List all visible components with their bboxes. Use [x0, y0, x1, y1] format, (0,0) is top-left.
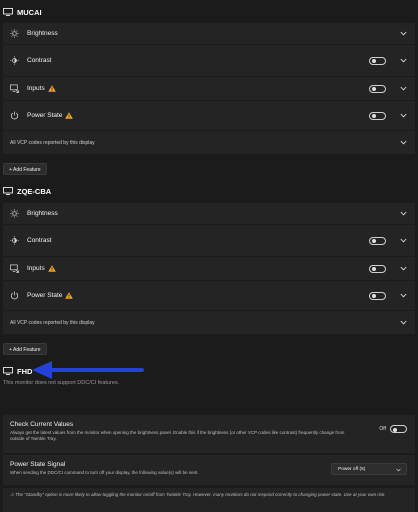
monitor-icon: [3, 367, 13, 375]
feature-label: Brightness: [27, 210, 58, 217]
no-ddc-message: This monitor does not support DDC/CI fea…: [3, 380, 120, 386]
feature-row-contrast[interactable]: Contrast: [3, 45, 415, 77]
sun-icon: [10, 209, 19, 218]
feature-row-brightness[interactable]: Brightness: [3, 203, 415, 225]
warning-icon: [65, 112, 74, 119]
feature-row-brightness[interactable]: Brightness: [3, 23, 415, 45]
monitor-section-mucai: MUCAI Brightness Contrast Inputs Power S…: [0, 5, 418, 175]
input-icon: [10, 264, 19, 273]
contrast-icon: [10, 236, 19, 245]
chevron-down-icon[interactable]: [400, 58, 407, 63]
feature-label: Contrast: [27, 237, 52, 244]
feature-row-inputs[interactable]: Inputs: [3, 77, 415, 101]
feature-row-contrast[interactable]: Contrast: [3, 225, 415, 257]
chevron-down-icon[interactable]: [400, 266, 407, 271]
chevron-down-icon[interactable]: [400, 113, 407, 118]
warning-icon: [47, 85, 56, 92]
check-current-values-setting: Check Current Values Always get the late…: [3, 415, 415, 453]
power-state-signal-setting: Power State Signal When sending the DDC/…: [3, 455, 415, 485]
chevron-down-icon[interactable]: [400, 320, 407, 325]
feature-row-power-state[interactable]: Power State: [3, 101, 415, 131]
chevron-down-icon[interactable]: [400, 238, 407, 243]
monitor-name: MUCAI: [17, 7, 42, 17]
feature-toggle[interactable]: [369, 264, 386, 273]
vcp-codes-row[interactable]: All VCP codes reported by this display: [3, 311, 415, 335]
chevron-down-icon[interactable]: [400, 86, 407, 91]
setting-title: Check Current Values: [10, 421, 74, 428]
vcp-codes-label: All VCP codes reported by this display: [10, 139, 95, 146]
chevron-down-icon: [396, 468, 401, 471]
feature-label: Inputs: [27, 265, 45, 272]
chevron-down-icon[interactable]: [400, 211, 407, 216]
monitor-name: ZQE-CBA: [17, 186, 52, 196]
chevron-down-icon[interactable]: [400, 140, 407, 145]
standby-warning-note: ⚠ The "Standby" option is more likely to…: [3, 487, 415, 512]
power-signal-select[interactable]: Power off (5): [331, 463, 407, 475]
monitor-header: ZQE-CBA: [0, 184, 418, 198]
setting-description: When sending the DDC/CI command to turn …: [10, 470, 199, 475]
feature-label: Power State: [27, 112, 63, 119]
feature-row-power-state[interactable]: Power State: [3, 281, 415, 311]
sun-icon: [10, 29, 19, 38]
toggle-state-label: Off: [379, 426, 386, 432]
feature-label: Contrast: [27, 57, 52, 64]
vcp-codes-label: All VCP codes reported by this display: [10, 319, 95, 326]
add-feature-button[interactable]: + Add Feature: [3, 343, 47, 355]
select-value: Power off (5): [338, 466, 366, 472]
feature-row-inputs[interactable]: Inputs: [3, 257, 415, 281]
feature-toggle[interactable]: [369, 56, 386, 65]
monitor-icon: [3, 8, 13, 16]
chevron-down-icon[interactable]: [400, 293, 407, 298]
feature-toggle[interactable]: [369, 236, 386, 245]
monitor-icon: [3, 187, 13, 195]
check-values-toggle[interactable]: [390, 425, 407, 433]
chevron-down-icon[interactable]: [400, 31, 407, 36]
monitor-section-zqe-cba: ZQE-CBA Brightness Contrast Inputs Power…: [0, 184, 418, 355]
feature-toggle[interactable]: [369, 111, 386, 120]
annotation-arrow-icon: [32, 361, 144, 379]
feature-toggle[interactable]: [369, 291, 386, 300]
input-icon: [10, 84, 19, 93]
monitor-header: MUCAI: [0, 5, 418, 19]
add-feature-button[interactable]: + Add Feature: [3, 163, 47, 175]
warning-icon: [47, 265, 56, 272]
feature-label: Brightness: [27, 30, 58, 37]
feature-label: Inputs: [27, 85, 45, 92]
warning-icon: [65, 292, 74, 299]
power-icon: [10, 111, 19, 120]
contrast-icon: [10, 56, 19, 65]
power-icon: [10, 291, 19, 300]
setting-description: Always get the latest values from the mo…: [10, 430, 345, 442]
feature-label: Power State: [27, 292, 63, 299]
feature-toggle[interactable]: [369, 84, 386, 93]
vcp-codes-row[interactable]: All VCP codes reported by this display: [3, 131, 415, 155]
